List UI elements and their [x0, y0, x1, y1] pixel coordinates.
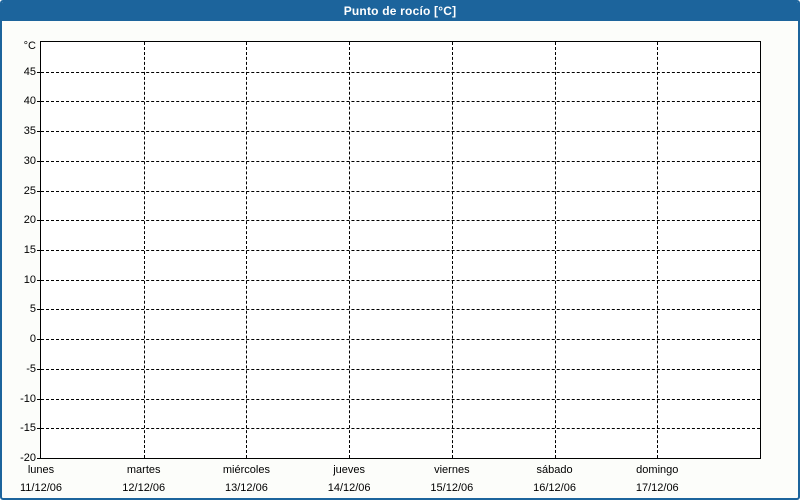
y-tick-label-30: 30 [23, 154, 36, 167]
gridline-horizontal-45 [41, 71, 760, 73]
x-day-label-sábado: sábado [536, 464, 573, 476]
y-tick-label--5: -5 [26, 362, 36, 375]
y-axis-tick-10 [37, 279, 40, 281]
y-axis-tick--15 [37, 428, 40, 430]
plot-area [40, 41, 761, 459]
y-axis-tick--5 [37, 368, 40, 370]
y-axis-tick-5 [37, 309, 40, 311]
x-day-label-domingo: domingo [636, 464, 679, 476]
y-axis-tick--20 [37, 458, 40, 459]
y-axis-tick-30 [37, 160, 40, 162]
y-tick-label-10: 10 [23, 273, 36, 286]
y-tick-label-45: 45 [23, 65, 36, 78]
gridline-horizontal--10 [41, 398, 760, 400]
gridline-vertical-1 [143, 42, 145, 458]
y-tick-label-5: 5 [29, 303, 36, 316]
y-axis-tick-45 [37, 71, 40, 73]
x-date-label-15/12/06: 15/12/06 [430, 482, 474, 494]
y-tick-label-40: 40 [23, 95, 36, 108]
gridline-horizontal-30 [41, 160, 760, 162]
x-date-label-13/12/06: 13/12/06 [225, 482, 268, 494]
gridline-vertical-5 [554, 42, 556, 458]
chart-panel: Punto de rocío [°C] °C 45 40 35 30 25 20 15 10 5… [0, 0, 800, 500]
y-tick-label-35: 35 [23, 125, 36, 138]
gridline-horizontal-5 [41, 309, 760, 311]
y-tick-label-20: 20 [23, 214, 36, 227]
y-tick-label--10: -10 [20, 392, 36, 405]
gridline-horizontal-0 [41, 339, 760, 341]
x-date-label-14/12/06: 14/12/06 [327, 482, 371, 494]
x-date-label-11/12/06: 11/12/06 [19, 482, 62, 494]
gridline-horizontal-25 [41, 190, 760, 192]
x-date-label-12/12/06: 12/12/06 [122, 482, 166, 494]
y-axis-tick-20 [37, 220, 40, 222]
x-day-label-jueves: jueves [333, 464, 366, 476]
y-axis-tick--10 [37, 398, 40, 400]
x-date-label-16/12/06: 16/12/06 [533, 482, 576, 494]
y-axis-tick-0 [37, 339, 40, 341]
gridline-horizontal--5 [41, 368, 760, 370]
y-tick-label-0: 0 [29, 333, 36, 346]
gridline-vertical-3 [349, 42, 351, 458]
gridline-horizontal-10 [41, 279, 760, 281]
x-day-label-viernes: viernes [434, 464, 470, 476]
x-day-label-miércoles: miércoles [222, 464, 270, 476]
y-axis-tick-40 [37, 101, 40, 103]
y-axis-tick-25 [37, 190, 40, 192]
y-tick-label--15: -15 [20, 422, 36, 435]
y-axis-tick-35 [37, 131, 40, 133]
gridline-horizontal--15 [41, 428, 760, 430]
gridline-horizontal-40 [41, 101, 760, 103]
y-axis-tick-15 [37, 250, 40, 251]
x-date-label-17/12/06: 17/12/06 [635, 482, 679, 494]
gridline-horizontal-20 [41, 220, 760, 222]
gridline-horizontal-35 [41, 131, 760, 133]
gridline-vertical-2 [246, 42, 248, 458]
y-tick-label-15: 15 [23, 244, 36, 256]
y-axis-unit-label: °C [23, 40, 36, 52]
gridline-vertical-4 [451, 42, 453, 458]
y-tick-label-25: 25 [23, 184, 36, 197]
gridline-horizontal-15 [41, 250, 760, 251]
x-day-label-martes: martes [126, 464, 161, 476]
chart-title-bar: Punto de rocío [°C] [2, 2, 798, 21]
gridline-vertical-6 [657, 42, 659, 458]
x-day-label-lunes: lunes [27, 464, 55, 476]
